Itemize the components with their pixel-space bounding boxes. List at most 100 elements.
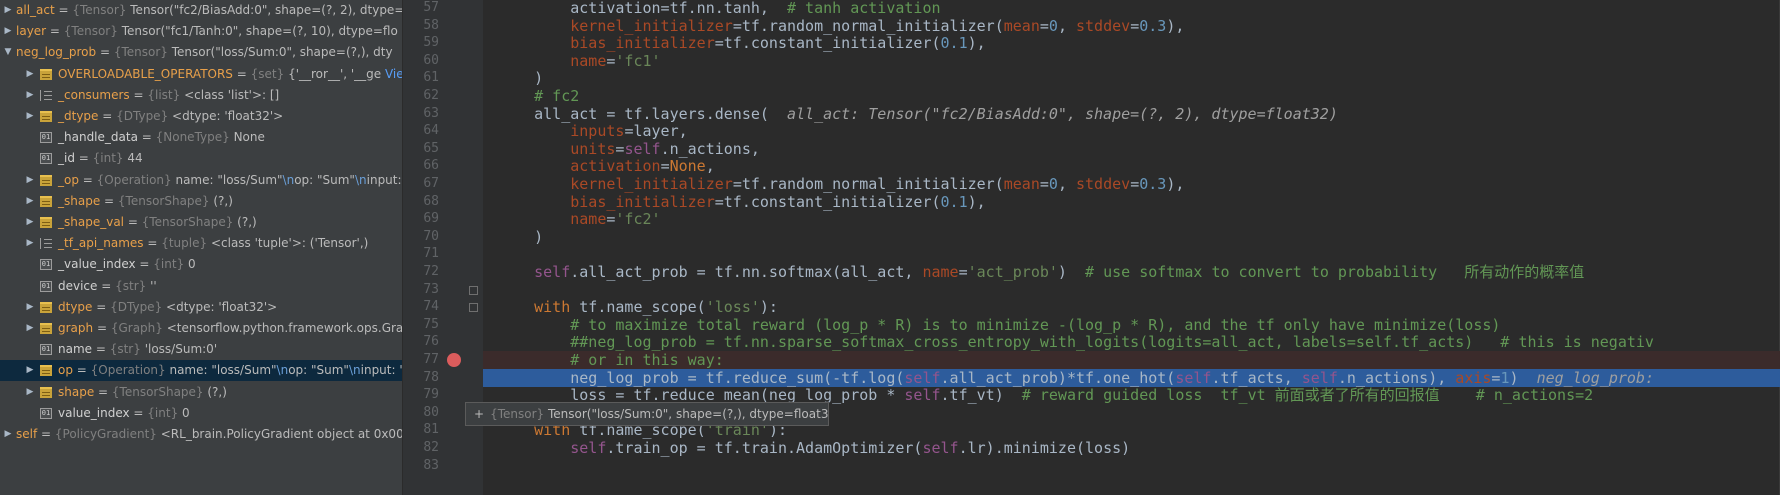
expand-arrow-icon[interactable]: ▶ <box>25 297 35 318</box>
expand-arrow-icon[interactable]: ▶ <box>3 21 13 42</box>
line-number[interactable]: 61 <box>403 69 439 87</box>
expand-arrow-icon[interactable]: ▶ <box>25 212 35 233</box>
expand-icon[interactable]: + <box>474 407 484 421</box>
expand-arrow-icon[interactable]: ▶ <box>25 382 35 403</box>
line-number[interactable]: 72 <box>403 263 439 281</box>
expand-arrow-icon[interactable]: ▶ <box>3 0 13 21</box>
expand-arrow-icon[interactable]: ▶ <box>25 360 35 381</box>
variable-row[interactable]: 01 _handle_data = {NoneType} None <box>0 127 402 148</box>
variable-row[interactable]: 01 value_index = {int} 0 <box>0 403 402 424</box>
line-number[interactable]: 79 <box>403 386 439 404</box>
variable-row[interactable]: 01 device = {str} '' <box>0 276 402 297</box>
variable-row[interactable]: ▶ self = {PolicyGradient} <RL_brain.Polic… <box>0 424 402 445</box>
variable-row[interactable]: ▶ shape = {TensorShape} (?,) <box>0 382 402 403</box>
line-number[interactable]: 78 <box>403 369 439 387</box>
expand-arrow-icon[interactable]: ▶ <box>25 170 35 191</box>
value-tooltip[interactable]: + {Tensor} Tensor("loss/Sum:0", shape=(?,… <box>465 402 829 426</box>
code-line[interactable]: ) <box>498 69 543 87</box>
line-number[interactable]: 77 <box>403 351 439 369</box>
line-number[interactable]: 83 <box>403 457 439 475</box>
variable-name: shape <box>58 384 95 399</box>
view-link[interactable]: View <box>381 67 402 81</box>
line-number[interactable]: 59 <box>403 34 439 52</box>
line-number[interactable]: 70 <box>403 228 439 246</box>
code-line[interactable]: self.train_op = tf.train.AdamOptimizer(s… <box>498 439 1130 457</box>
line-number[interactable]: 81 <box>403 421 439 439</box>
expand-arrow-icon[interactable]: ▶ <box>25 106 35 127</box>
variable-row[interactable]: ▶ _tf_api_names = {tuple} <class 'tuple'>… <box>0 233 402 254</box>
variable-row[interactable]: ▶ _shape_val = {TensorShape} (?,) <box>0 212 402 233</box>
code-line[interactable]: name='fc1' <box>498 52 660 70</box>
variable-entry: _handle_data = {NoneType} None <box>58 127 265 148</box>
code-token: # tanh activation <box>786 0 941 17</box>
line-number[interactable]: 63 <box>403 105 439 123</box>
code-line[interactable]: all_act = tf.layers.dense( all_act: Tens… <box>498 105 1338 123</box>
expand-arrow-icon[interactable]: ▶ <box>3 424 13 445</box>
code-line[interactable]: kernel_initializer=tf.random_normal_init… <box>498 17 1184 35</box>
line-number[interactable]: 82 <box>403 439 439 457</box>
variable-row[interactable]: ▶ _dtype = {DType} <dtype: 'float32'> <box>0 106 402 127</box>
code-line[interactable]: # to maximize total reward (log_p * R) i… <box>498 316 1500 334</box>
line-number[interactable]: 57 <box>403 0 439 17</box>
code-line[interactable]: ##neg_log_prob = tf.nn.sparse_softmax_cr… <box>498 333 1654 351</box>
equals-sign: = <box>124 215 142 229</box>
expand-arrow-icon[interactable]: ▶ <box>25 64 35 85</box>
line-number[interactable]: 62 <box>403 87 439 105</box>
line-number[interactable]: 65 <box>403 140 439 158</box>
line-number[interactable]: 76 <box>403 333 439 351</box>
variable-row[interactable]: ▶ layer = {Tensor} Tensor("fc1/Tanh:0", s… <box>0 21 402 42</box>
line-number[interactable]: 69 <box>403 210 439 228</box>
line-number[interactable]: 64 <box>403 122 439 140</box>
code-line[interactable]: units=self.n_actions, <box>498 140 760 158</box>
variable-name: _dtype <box>58 109 99 123</box>
code-line[interactable]: inputs=layer, <box>498 122 687 140</box>
collapse-arrow-icon[interactable]: ▼ <box>3 42 13 63</box>
code-line[interactable]: activation=None, <box>498 157 715 175</box>
line-number[interactable]: 74 <box>403 298 439 316</box>
code-line[interactable]: bias_initializer=tf.constant_initializer… <box>498 34 985 52</box>
variable-row[interactable]: 01 _id = {int} 44 <box>0 148 402 169</box>
code-line[interactable]: kernel_initializer=tf.random_normal_init… <box>498 175 1184 193</box>
line-number[interactable]: 71 <box>403 245 439 263</box>
variable-name: layer <box>16 24 47 39</box>
variable-row[interactable]: ▶ op = {Operation} name: "loss/Sum"\nop: … <box>0 360 402 382</box>
code-line[interactable]: bias_initializer=tf.constant_initializer… <box>498 193 985 211</box>
code-line[interactable]: # fc2 <box>498 87 579 105</box>
line-number[interactable]: 80 <box>403 404 439 422</box>
expand-arrow-icon[interactable]: ▶ <box>25 85 35 106</box>
fold-marker-icon[interactable] <box>469 303 478 313</box>
line-number[interactable]: 66 <box>403 157 439 175</box>
variable-row[interactable]: ▶ all_act = {Tensor} Tensor("fc2/BiasAdd:… <box>0 0 402 21</box>
line-number[interactable]: 75 <box>403 316 439 334</box>
code-line[interactable]: with tf.name_scope('loss'): <box>498 298 778 316</box>
variable-row[interactable]: ▶ _consumers = {list} <class 'list'>: [] <box>0 85 402 106</box>
variable-row[interactable]: 01 _value_index = {int} 0 <box>0 254 402 275</box>
code-token: ) <box>1509 368 1537 387</box>
breakpoint-icon[interactable] <box>447 353 461 367</box>
code-line[interactable]: self.all_act_prob = tf.nn.softmax(all_ac… <box>498 263 1584 281</box>
line-number[interactable]: 68 <box>403 193 439 211</box>
line-number[interactable]: 67 <box>403 175 439 193</box>
variable-row[interactable]: ▶ graph = {Graph} <tensorflow.python.fram… <box>0 318 402 339</box>
line-number[interactable]: 60 <box>403 52 439 70</box>
expand-arrow-icon[interactable]: ▶ <box>25 191 35 212</box>
expand-arrow-icon[interactable]: ▶ <box>25 233 35 254</box>
code-line[interactable]: ) <box>498 228 543 246</box>
code-line[interactable]: # or in this way: <box>498 351 724 369</box>
line-number[interactable]: 58 <box>403 17 439 35</box>
variable-row[interactable]: 01 name = {str} 'loss/Sum:0' <box>0 339 402 360</box>
code-line[interactable]: name='fc2' <box>498 210 660 228</box>
variable-row[interactable]: ▶ _shape = {TensorShape} (?,) <box>0 191 402 212</box>
expand-arrow-icon[interactable]: ▶ <box>25 318 35 339</box>
code-line[interactable]: activation=tf.nn.tanh, # tanh activation <box>498 0 941 17</box>
fold-marker-icon[interactable] <box>469 285 478 295</box>
variable-row[interactable]: ▶ _op = {Operation} name: "loss/Sum"\nop:… <box>0 170 402 191</box>
code-line[interactable]: neg_log_prob = tf.reduce_sum(-tf.log(sel… <box>498 369 1654 387</box>
line-number[interactable]: 73 <box>403 281 439 299</box>
variable-type: {Tensor} <box>113 45 172 60</box>
variable-row[interactable]: ▶ OVERLOADABLE_OPERATORS = {set} {'__ror_… <box>0 64 402 85</box>
variable-row[interactable]: ▶ dtype = {DType} <dtype: 'float32'> <box>0 297 402 318</box>
variable-row[interactable]: ▼ neg_log_prob = {Tensor} Tensor("loss/Su… <box>0 42 402 63</box>
code-token: ), <box>1166 175 1185 193</box>
